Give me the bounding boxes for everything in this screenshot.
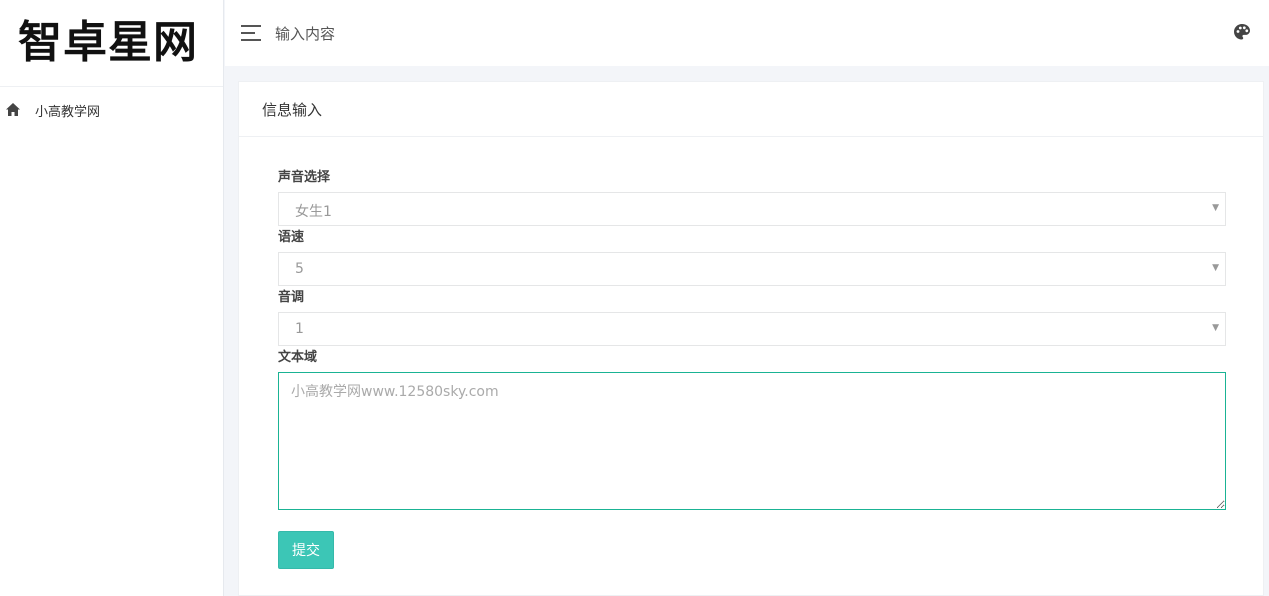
text-area-input[interactable] — [278, 372, 1226, 510]
menu-toggle-icon[interactable] — [241, 25, 263, 41]
card-title: 信息输入 — [262, 100, 323, 119]
text-area-label: 文本域 — [278, 350, 318, 365]
brand-header: 智卓星网 — [0, 0, 223, 87]
sidebar: 智卓星网 小高教学网 — [0, 0, 224, 596]
sidebar-item-home[interactable]: 小高教学网 — [0, 87, 223, 133]
chevron-down-icon: ▼ — [1212, 263, 1219, 273]
voice-select-value: 女生1 — [295, 204, 332, 220]
brand-title: 智卓星网 — [18, 17, 198, 68]
palette-icon[interactable] — [1233, 23, 1251, 41]
voice-select[interactable]: 女生1 ▼ — [278, 192, 1226, 226]
pitch-select[interactable]: 1 ▼ — [278, 312, 1226, 346]
sidebar-item-label: 小高教学网 — [35, 104, 101, 120]
chevron-down-icon: ▼ — [1212, 323, 1219, 333]
pitch-select-value: 1 — [295, 321, 304, 337]
speed-select-label: 语速 — [278, 230, 305, 245]
top-navbar: 输入内容 — [225, 0, 1269, 66]
page-title: 输入内容 — [275, 24, 336, 43]
chevron-down-icon: ▼ — [1212, 203, 1219, 213]
input-form: 声音选择 女生1 ▼ 语速 5 ▼ 音调 1 ▼ 文本域 提交 — [278, 168, 1226, 569]
info-input-card: 信息输入 声音选择 女生1 ▼ 语速 5 ▼ 音调 1 ▼ 文本域 提交 — [238, 81, 1264, 596]
speed-select[interactable]: 5 ▼ — [278, 252, 1226, 286]
submit-button[interactable]: 提交 — [278, 531, 334, 569]
pitch-select-label: 音调 — [278, 290, 305, 305]
speed-select-value: 5 — [295, 261, 304, 277]
home-icon — [6, 103, 20, 117]
card-header: 信息输入 — [239, 82, 1263, 137]
voice-select-label: 声音选择 — [278, 170, 331, 185]
